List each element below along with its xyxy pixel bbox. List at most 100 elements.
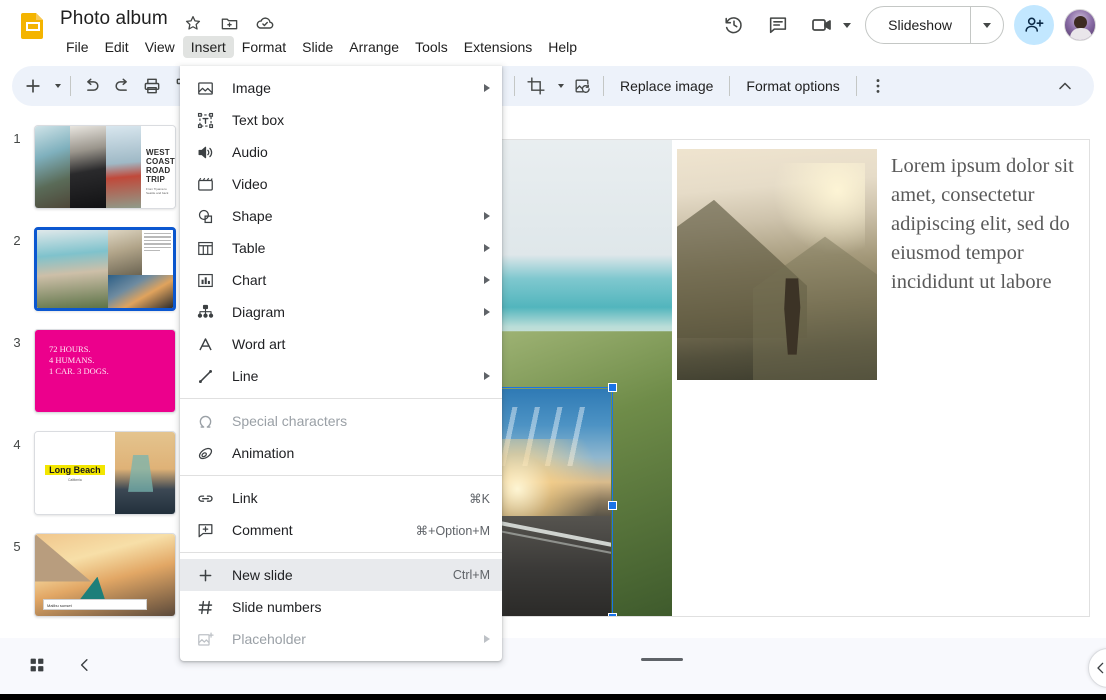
resize-handle-ne[interactable] xyxy=(608,383,617,392)
insert-dropdown-menu[interactable]: ImageText box Audio Video Shape TableChartDi… xyxy=(180,66,502,661)
version-history-icon[interactable] xyxy=(714,5,754,45)
thumb-line3: 1 CAR. 3 DOGS. xyxy=(49,366,175,377)
reset-image-button[interactable] xyxy=(567,71,597,101)
undo-button[interactable] xyxy=(77,71,107,101)
divider xyxy=(603,76,604,96)
top-right-actions: Slideshow xyxy=(714,5,1096,45)
divider xyxy=(729,76,730,96)
submenu-arrow-icon xyxy=(484,635,490,643)
menu-arrange[interactable]: Arrange xyxy=(341,36,407,58)
thumb-photo xyxy=(108,275,173,308)
menu-item-image[interactable]: Image xyxy=(180,72,502,104)
more-options-button[interactable] xyxy=(863,71,893,101)
list-item[interactable]: 1 WEST COAST ROAD TRIP From Tijuana to S… xyxy=(0,125,176,209)
share-button[interactable] xyxy=(1014,5,1054,45)
print-button[interactable] xyxy=(137,71,167,101)
google-slides-window: Photo album FileEditViewInsertForm xyxy=(0,0,1106,700)
video-camera-icon[interactable] xyxy=(802,5,842,45)
document-title[interactable]: Photo album xyxy=(60,8,168,30)
menu-item-link[interactable]: Link⌘K xyxy=(180,482,502,514)
format-options-button[interactable]: Format options xyxy=(736,78,849,94)
menu-item-video[interactable]: Video xyxy=(180,168,502,200)
slide-body-text[interactable]: Lorem ipsum dolor sit amet, consectetur … xyxy=(891,152,1090,297)
menu-item-word-art[interactable]: Word art xyxy=(180,328,502,360)
formatting-toolbar: Replace image Format options xyxy=(12,66,1094,106)
menu-item-new-slide[interactable]: New slideCtrl+M xyxy=(180,559,502,591)
menu-slide[interactable]: Slide xyxy=(294,36,341,58)
slideshow-options-chevron-down-icon[interactable] xyxy=(971,7,1003,43)
menu-edit[interactable]: Edit xyxy=(97,36,137,58)
list-item[interactable]: 5 Malibu sunset xyxy=(0,533,176,617)
slide-thumbnail-3[interactable]: 72 HOURS. 4 HUMANS. 1 CAR. 3 DOGS. xyxy=(34,329,176,413)
menu-format[interactable]: Format xyxy=(234,36,294,58)
collapse-toolbar-chevron-up-icon[interactable] xyxy=(1050,71,1080,101)
redo-button[interactable] xyxy=(107,71,137,101)
slide-thumbnail-2[interactable] xyxy=(34,227,176,311)
comment-icon[interactable] xyxy=(758,5,798,45)
placeholder-icon xyxy=(194,628,216,650)
image-icon xyxy=(194,77,216,99)
list-item[interactable]: 3 72 HOURS. 4 HUMANS. 1 CAR. 3 DOGS. xyxy=(0,329,176,413)
menu-help[interactable]: Help xyxy=(540,36,585,58)
replace-image-button[interactable]: Replace image xyxy=(610,78,723,94)
menu-extensions[interactable]: Extensions xyxy=(456,36,540,58)
menu-item-label: Slide numbers xyxy=(232,599,490,615)
list-item[interactable]: 4 Long Beach California xyxy=(0,431,176,515)
submenu-arrow-icon xyxy=(484,84,490,92)
menu-item-diagram[interactable]: Diagram xyxy=(180,296,502,328)
slide-thumbnail-1[interactable]: WEST COAST ROAD TRIP From Tijuana to Sea… xyxy=(34,125,176,209)
diagram-icon xyxy=(194,301,216,323)
thumb-line2: 4 HUMANS. xyxy=(49,355,175,366)
bottom-bar xyxy=(0,638,1106,700)
google-slides-logo-icon xyxy=(18,10,48,40)
menu-item-chart[interactable]: Chart xyxy=(180,264,502,296)
menu-item-slide-numbers[interactable]: Slide numbers xyxy=(180,591,502,623)
shape-icon xyxy=(194,205,216,227)
menu-insert[interactable]: Insert xyxy=(183,36,234,58)
new-slide-button[interactable] xyxy=(18,71,48,101)
animation-icon xyxy=(194,442,216,464)
slide-number: 2 xyxy=(0,227,34,248)
resize-handle-e[interactable] xyxy=(608,501,617,510)
cloud-saved-icon[interactable] xyxy=(254,12,276,34)
submenu-arrow-icon xyxy=(484,212,490,220)
menu-view[interactable]: View xyxy=(137,36,183,58)
menu-item-shape[interactable]: Shape xyxy=(180,200,502,232)
menu-item-text-box[interactable]: Text box xyxy=(180,104,502,136)
list-item[interactable]: 2 xyxy=(0,227,176,311)
move-to-folder-icon[interactable] xyxy=(218,12,240,34)
menu-item-label: Audio xyxy=(232,144,490,160)
slideshow-button-group: Slideshow xyxy=(865,6,1004,44)
link-icon xyxy=(194,487,216,509)
new-slide-layout-chevron-down-icon[interactable] xyxy=(48,71,64,101)
menu-item-label: Animation xyxy=(232,445,490,461)
menu-item-table[interactable]: Table xyxy=(180,232,502,264)
collapse-filmstrip-chevron-left-icon[interactable] xyxy=(68,648,102,682)
slideshow-button[interactable]: Slideshow xyxy=(866,7,970,43)
menu-item-label: Shape xyxy=(232,208,474,224)
menu-item-animation[interactable]: Animation xyxy=(180,437,502,469)
chevron-down-icon[interactable] xyxy=(843,23,851,28)
menu-item-line[interactable]: Line xyxy=(180,360,502,392)
star-icon[interactable] xyxy=(182,12,204,34)
menu-item-comment[interactable]: Comment⌘+Option+M xyxy=(180,514,502,546)
google-meet-button[interactable] xyxy=(802,5,855,45)
thumb-photo xyxy=(106,126,141,208)
plus-icon xyxy=(194,564,216,586)
account-avatar[interactable] xyxy=(1064,9,1096,41)
grid-view-button[interactable] xyxy=(20,648,54,682)
crop-button[interactable] xyxy=(521,71,551,101)
resize-handle-se[interactable] xyxy=(608,613,617,617)
panel-resize-handle[interactable] xyxy=(637,652,687,666)
menu-item-audio[interactable]: Audio xyxy=(180,136,502,168)
crop-options-chevron-down-icon[interactable] xyxy=(551,71,567,101)
slide-thumbnail-5[interactable]: Malibu sunset xyxy=(34,533,176,617)
title-action-icons xyxy=(182,12,276,34)
submenu-arrow-icon xyxy=(484,372,490,380)
menu-file[interactable]: File xyxy=(58,36,97,58)
slide-thumbnail-4[interactable]: Long Beach California xyxy=(34,431,176,515)
menu-tools[interactable]: Tools xyxy=(407,36,456,58)
thumb-line1: 72 HOURS. xyxy=(49,344,175,355)
mountain-hiker-image[interactable] xyxy=(677,149,877,380)
slide-filmstrip[interactable]: 1 WEST COAST ROAD TRIP From Tijuana to S… xyxy=(0,115,188,638)
